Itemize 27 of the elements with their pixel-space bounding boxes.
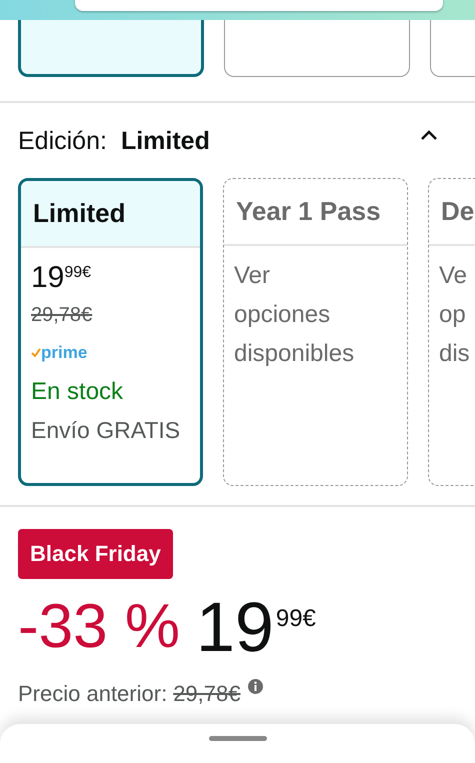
edition-title: Year 1 Pass bbox=[236, 195, 381, 228]
check-icon bbox=[31, 348, 41, 357]
shipping-info: Envío GRATIS bbox=[31, 416, 182, 445]
chevron-up-icon[interactable] bbox=[421, 130, 437, 140]
edition-title: Limited bbox=[33, 197, 126, 230]
edition-card[interactable]: De Ve op dis bbox=[428, 178, 475, 486]
previous-price-label: Precio anterior: bbox=[18, 680, 168, 708]
price-fraction: 99€ bbox=[276, 604, 316, 634]
discount-percent: -33 % bbox=[18, 591, 180, 663]
edition-label: Edición: bbox=[18, 126, 107, 157]
option-card[interactable] bbox=[18, 20, 204, 77]
stock-status: En stock bbox=[31, 377, 124, 407]
price-fraction: 99€ bbox=[64, 263, 92, 283]
price-whole: 19 bbox=[31, 260, 64, 296]
option-card[interactable] bbox=[224, 20, 410, 77]
edition-title: De bbox=[441, 195, 474, 228]
previous-price: 29,78€ bbox=[173, 680, 240, 708]
edition-value: Limited bbox=[120, 126, 210, 157]
old-price: 29,78€ bbox=[31, 303, 94, 328]
info-icon[interactable] bbox=[248, 679, 264, 694]
prime-label: prime bbox=[41, 342, 88, 364]
edition-card[interactable]: Year 1 Pass Ver opciones disponibles bbox=[223, 178, 408, 486]
drag-handle[interactable] bbox=[208, 736, 266, 741]
deal-badge: Black Friday bbox=[18, 529, 173, 579]
availability-text: Ve op dis bbox=[439, 261, 471, 369]
availability-text: Ver opciones disponibles bbox=[234, 261, 356, 369]
price-whole: 19 bbox=[196, 587, 274, 668]
